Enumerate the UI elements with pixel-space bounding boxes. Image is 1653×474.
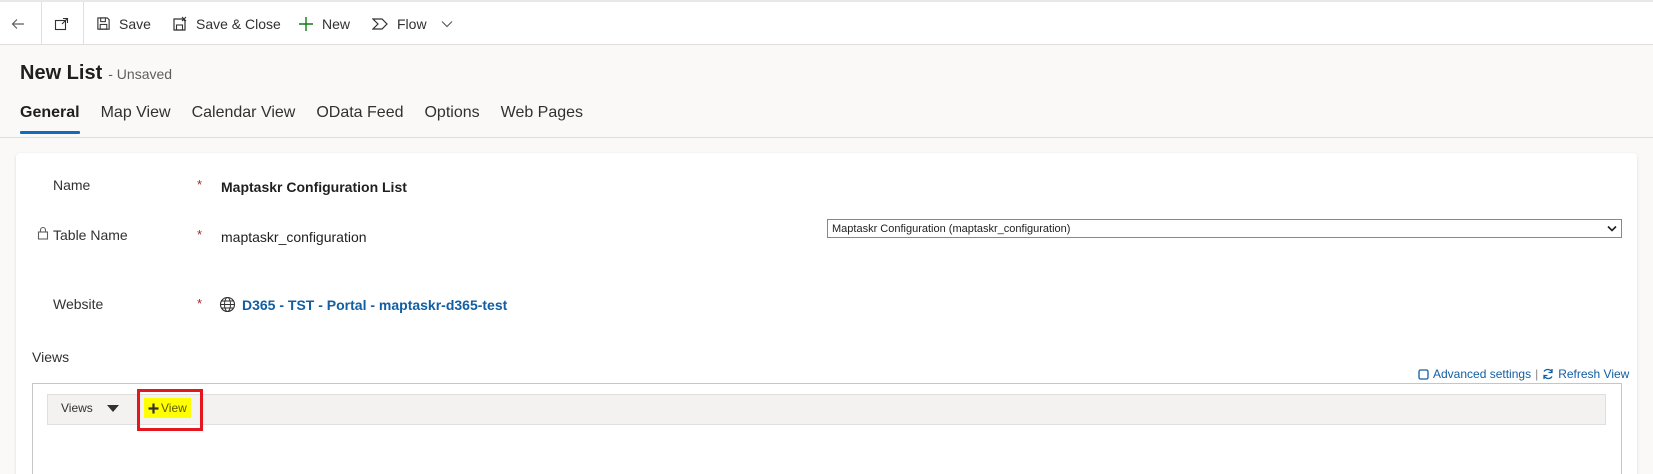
link-divider: | [1535,367,1539,381]
chevron-down-icon [1607,223,1617,235]
page-title: New List [20,62,103,84]
refresh-view-label[interactable]: Refresh View [1558,367,1629,381]
chevron-down-icon[interactable] [441,20,453,28]
toolbar-divider [41,2,42,45]
tab-general[interactable]: General [20,104,80,134]
views-dropdown[interactable]: Views [61,401,119,415]
table-name-select-value: Maptaskr Configuration (maptaskr_configu… [832,222,1071,235]
tab-list: General Map View Calendar View OData Fee… [20,104,604,134]
table-name-value: maptaskr_configuration [221,229,367,245]
back-arrow-icon [10,16,26,32]
lock-icon [37,226,49,245]
open-in-new-window-button[interactable] [54,2,78,45]
name-field[interactable]: Maptaskr Configuration List [221,179,407,195]
views-toolbar [47,394,1606,425]
tab-map-view[interactable]: Map View [101,104,171,134]
back-button[interactable] [10,2,34,45]
command-bar: Save Save & Close New Flow [0,0,1653,45]
new-button[interactable]: New [298,2,350,45]
required-marker: * [197,296,203,311]
plus-icon [148,403,159,414]
flow-label: Flow [397,15,427,32]
save-button[interactable]: Save [96,2,151,45]
tab-calendar-view[interactable]: Calendar View [192,104,296,134]
table-name-label: Table Name [53,227,128,243]
save-label: Save [119,15,151,32]
header-divider [0,137,1653,138]
plus-icon [298,16,314,32]
views-dropdown-label: Views [61,401,93,415]
tab-odata-feed[interactable]: OData Feed [316,104,403,134]
required-marker: * [197,177,203,192]
table-name-select[interactable]: Maptaskr Configuration (maptaskr_configu… [827,219,1622,238]
required-marker: * [197,227,203,242]
tab-options[interactable]: Options [424,104,479,134]
add-view-button[interactable]: View [144,398,191,418]
views-section-label: Views [32,349,70,365]
new-label: New [322,15,351,32]
checkbox-icon [1418,368,1429,380]
globe-icon [219,296,236,313]
advanced-settings-label: Advanced settings [1433,367,1532,381]
website-label: Website [53,296,104,312]
add-view-label: View [161,401,187,415]
save-close-label: Save & Close [196,15,281,32]
refresh-icon [1542,368,1554,380]
popout-icon [54,16,70,32]
website-link-text: D365 - TST - Portal - maptaskr-d365-test [242,296,508,313]
save-and-close-button[interactable]: Save & Close [172,2,281,45]
save-close-icon [172,16,188,32]
website-link[interactable]: D365 - TST - Portal - maptaskr-d365-test [219,296,507,313]
name-label: Name [53,177,91,193]
caret-down-icon [106,404,119,412]
advanced-settings-link[interactable]: Advanced settings | Refresh View [1418,367,1629,381]
tab-web-pages[interactable]: Web Pages [501,104,583,134]
flow-icon [372,16,389,32]
toolbar-divider [83,2,84,45]
flow-button[interactable]: Flow [372,2,461,45]
page-header: New List - Unsaved [20,62,172,85]
save-status: - Unsaved [108,66,173,82]
save-icon [96,16,111,31]
